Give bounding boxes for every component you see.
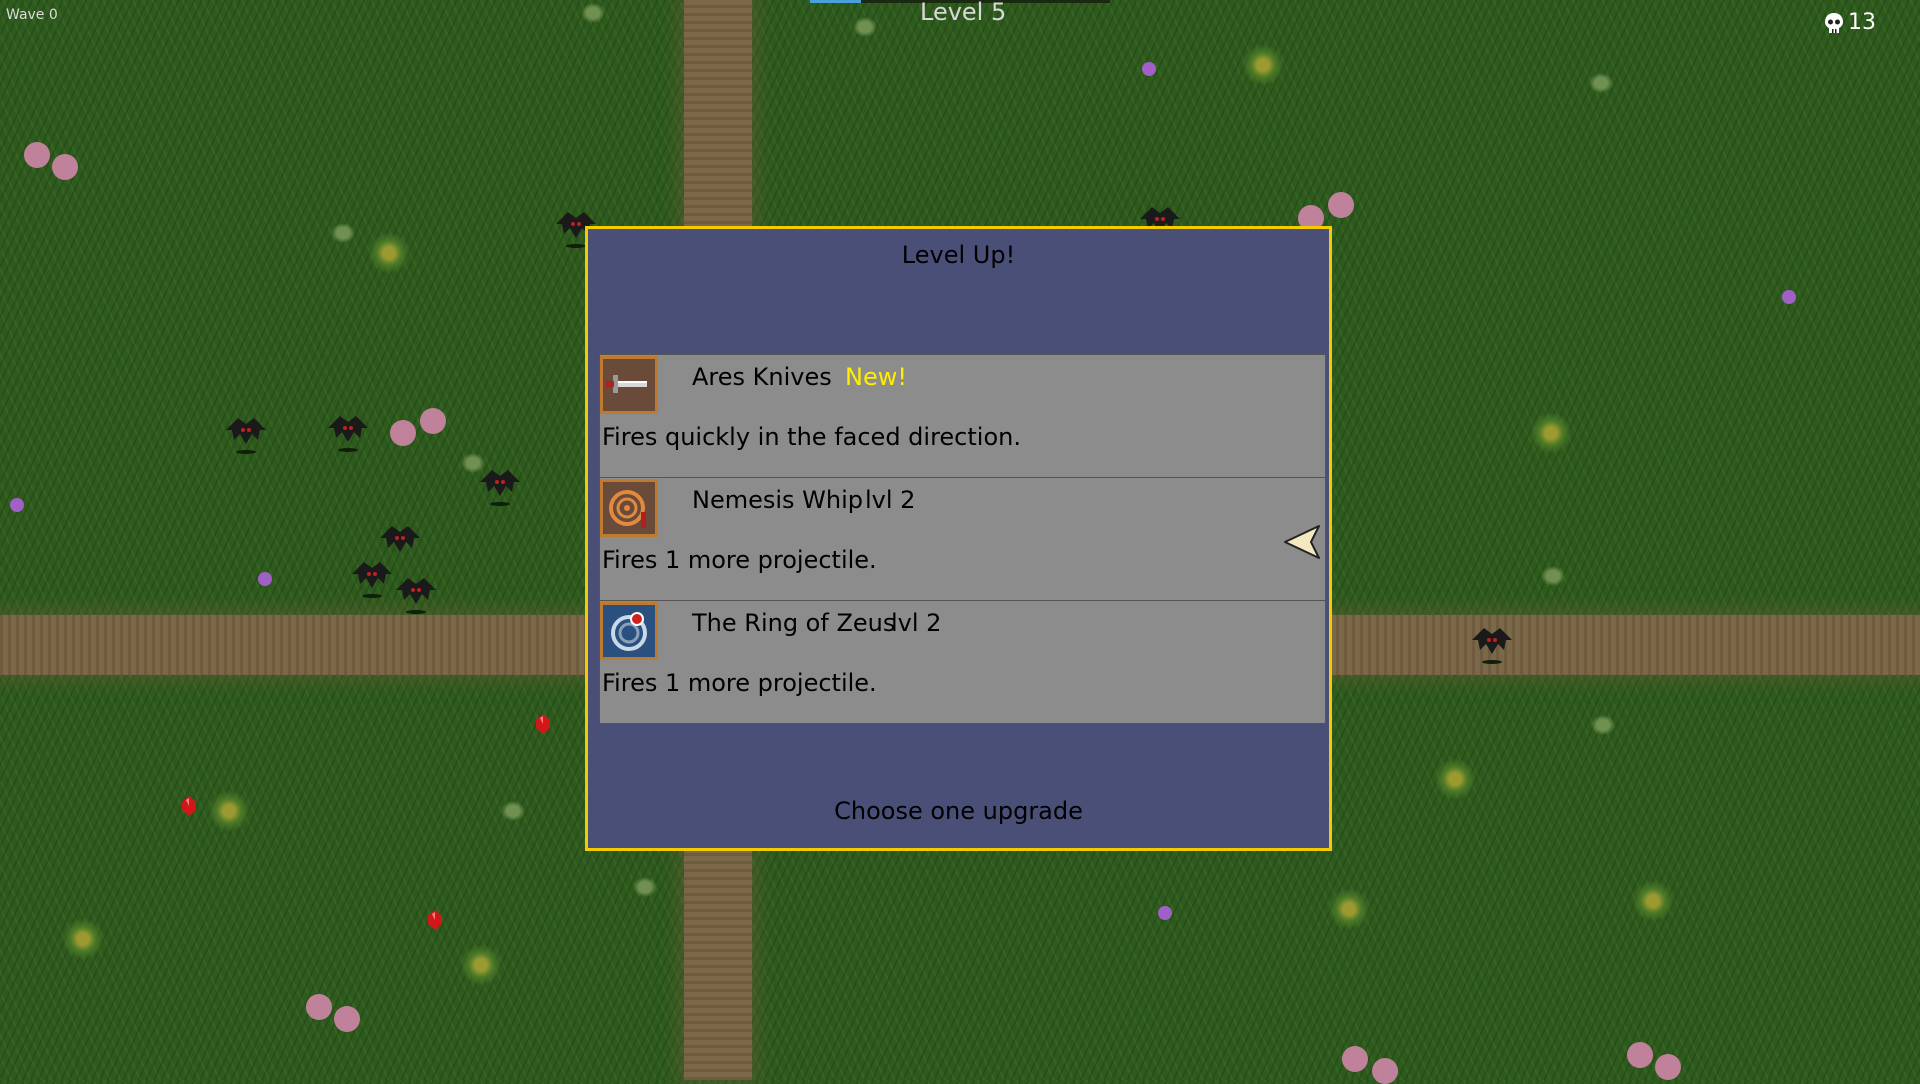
upgrade-level: lvl 2 bbox=[891, 609, 942, 637]
ring-icon bbox=[600, 602, 658, 660]
grass-tuft-decoration bbox=[500, 800, 526, 822]
grass-tuft-decoration bbox=[852, 16, 878, 38]
experience-bar-fill bbox=[810, 0, 861, 3]
mushroom-decoration bbox=[258, 572, 272, 586]
level-up-dialog: Level Up! Ares Knives New! Fires quickly… bbox=[585, 226, 1332, 851]
kill-counter: 13 bbox=[1824, 10, 1876, 35]
upgrade-description: Fires quickly in the faced direction. bbox=[602, 423, 1021, 451]
bush-decoration bbox=[62, 918, 104, 960]
grass-tuft-decoration bbox=[1588, 72, 1614, 94]
bush-decoration bbox=[1530, 412, 1572, 454]
bush-decoration bbox=[1434, 758, 1476, 800]
grass-tuft-decoration bbox=[580, 2, 606, 24]
mushroom-decoration bbox=[1142, 62, 1156, 76]
flower-decoration bbox=[420, 408, 446, 434]
bat-enemy bbox=[226, 418, 266, 454]
bush-decoration bbox=[1328, 888, 1370, 930]
whip-icon bbox=[600, 479, 658, 537]
bush-decoration bbox=[368, 232, 410, 274]
upgrade-option-ares-knives[interactable]: Ares Knives New! Fires quickly in the fa… bbox=[599, 354, 1326, 478]
mushroom-decoration bbox=[1782, 290, 1796, 304]
bat-enemy bbox=[1472, 628, 1512, 664]
upgrade-option-nemesis-whip[interactable]: Nemesis Whip lvl 2 Fires 1 more projecti… bbox=[599, 477, 1326, 601]
new-badge: New! bbox=[845, 363, 907, 391]
flower-decoration bbox=[334, 1006, 360, 1032]
upgrade-option-ring-of-zeus[interactable]: The Ring of Zeus lvl 2 Fires 1 more proj… bbox=[599, 600, 1326, 724]
dialog-title: Level Up! bbox=[901, 241, 1016, 269]
experience-gem bbox=[182, 796, 196, 816]
experience-gem bbox=[428, 910, 442, 930]
grass-tuft-decoration bbox=[330, 222, 356, 244]
mushroom-decoration bbox=[1158, 906, 1172, 920]
flower-decoration bbox=[1627, 1042, 1653, 1068]
upgrade-options: Ares Knives New! Fires quickly in the fa… bbox=[599, 354, 1326, 724]
bat-enemy bbox=[396, 578, 436, 614]
wave-counter: Wave 0 bbox=[6, 7, 58, 23]
flower-decoration bbox=[1328, 192, 1354, 218]
mushroom-decoration bbox=[10, 498, 24, 512]
upgrade-description: Fires 1 more projectile. bbox=[602, 546, 877, 574]
kill-count: 13 bbox=[1848, 10, 1876, 35]
flower-decoration bbox=[24, 142, 50, 168]
bat-enemy bbox=[328, 416, 368, 452]
upgrade-description: Fires 1 more projectile. bbox=[602, 669, 877, 697]
bush-decoration bbox=[208, 790, 250, 832]
experience-gem bbox=[536, 714, 550, 734]
bush-decoration bbox=[1632, 880, 1674, 922]
upgrade-name: Nemesis Whip bbox=[692, 486, 864, 514]
bush-decoration bbox=[460, 944, 502, 986]
flower-decoration bbox=[1342, 1046, 1368, 1072]
bat-enemy bbox=[352, 562, 392, 598]
grass-tuft-decoration bbox=[1540, 565, 1566, 587]
grass-tuft-decoration bbox=[632, 876, 658, 898]
upgrade-name: Ares Knives bbox=[692, 363, 832, 391]
level-indicator: Level 5 bbox=[920, 0, 1007, 26]
flower-decoration bbox=[1372, 1058, 1398, 1084]
bat-enemy bbox=[480, 470, 520, 506]
flower-decoration bbox=[306, 994, 332, 1020]
skull-icon bbox=[1825, 12, 1843, 33]
upgrade-name: The Ring of Zeus bbox=[692, 609, 896, 637]
dialog-instruction: Choose one upgrade bbox=[834, 797, 1083, 825]
knife-icon bbox=[600, 356, 658, 414]
flower-decoration bbox=[1655, 1054, 1681, 1080]
grass-tuft-decoration bbox=[1590, 714, 1616, 736]
flower-decoration bbox=[52, 154, 78, 180]
bat-enemy bbox=[380, 526, 420, 552]
bush-decoration bbox=[1242, 44, 1284, 86]
mouse-cursor-icon bbox=[1284, 525, 1320, 559]
upgrade-level: lvl 2 bbox=[865, 486, 916, 514]
flower-decoration bbox=[390, 420, 416, 446]
